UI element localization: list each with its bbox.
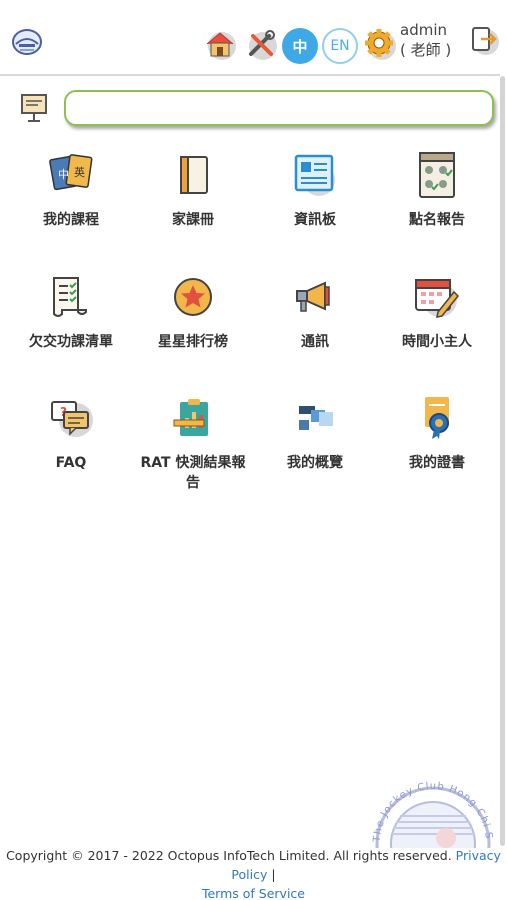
tile-label: 通訊	[301, 334, 329, 350]
tile-my-certificate[interactable]: 我的證書	[376, 393, 498, 473]
svg-text:中: 中	[58, 168, 69, 181]
user-role: ( 老師 )	[400, 41, 452, 59]
home-icon[interactable]	[202, 26, 238, 62]
footer: Copyright © 2017 - 2022 Octopus InfoTech…	[0, 846, 507, 900]
top-header: 中 EN admin ( 老師 )	[0, 0, 507, 76]
checklist-icon	[46, 272, 96, 322]
tile-rat-report[interactable]: RAT 快測結果報告	[132, 393, 254, 493]
calendar-icon	[412, 272, 462, 322]
lang-english-button[interactable]: EN	[322, 28, 358, 64]
tile-label: 我的證書	[409, 455, 465, 471]
tile-time-manager[interactable]: 時間小主人	[376, 272, 498, 352]
school-stamp-logo: The Jockey Club Hong Chi School	[366, 756, 496, 900]
tools-icon[interactable]	[243, 26, 279, 62]
tile-missing-homework[interactable]: 欠交功課清單	[10, 272, 132, 352]
svg-text:英: 英	[74, 165, 85, 179]
copyright-text: Copyright © 2017 - 2022 Octopus InfoTech…	[6, 848, 452, 863]
terms-of-service-link[interactable]: Terms of Service	[202, 886, 305, 900]
megaphone-icon	[290, 272, 340, 322]
school-logo-icon[interactable]	[10, 26, 44, 56]
header-divider	[0, 74, 500, 76]
certificate-icon	[412, 393, 462, 443]
faq-icon: ?	[46, 393, 96, 443]
tile-label: 我的概覽	[287, 455, 343, 471]
news-board-icon	[290, 150, 340, 200]
overview-icon	[290, 393, 340, 443]
tile-faq[interactable]: ? FAQ	[10, 393, 132, 473]
tile-label: 星星排行榜	[158, 334, 228, 350]
attendance-icon	[412, 150, 462, 200]
book-cards-icon: 中 英	[46, 150, 96, 200]
tile-label: 資訊板	[294, 212, 336, 228]
presentation-board-icon	[20, 92, 48, 124]
tile-label: RAT 快測結果報告	[140, 455, 246, 491]
vertical-scrollbar[interactable]	[500, 76, 505, 846]
tile-star-ranking[interactable]: 星星排行榜	[132, 272, 254, 352]
tile-news-board[interactable]: 資訊板	[254, 150, 376, 230]
lang-chinese-button[interactable]: 中	[282, 28, 318, 64]
tile-label: 家課冊	[172, 212, 214, 228]
tile-label: 點名報告	[409, 212, 465, 228]
footer-separator: |	[267, 867, 276, 882]
tile-label: 欠交功課清單	[29, 334, 113, 350]
tile-attendance-report[interactable]: 點名報告	[376, 150, 498, 230]
clipboard-chart-icon	[168, 393, 218, 443]
homework-book-icon	[168, 150, 218, 200]
search-input[interactable]	[64, 90, 494, 126]
tile-homework-book[interactable]: 家課冊	[132, 150, 254, 230]
tile-my-courses[interactable]: 中 英 我的課程	[10, 150, 132, 230]
tile-label: FAQ	[55, 455, 87, 471]
logout-icon[interactable]	[466, 22, 502, 58]
tile-my-overview[interactable]: 我的概覽	[254, 393, 376, 473]
star-icon	[168, 272, 218, 322]
user-info[interactable]: admin ( 老師 )	[400, 20, 451, 60]
gear-icon[interactable]	[362, 26, 398, 62]
tile-messages[interactable]: 通訊	[254, 272, 376, 352]
tile-label: 時間小主人	[402, 334, 472, 350]
tile-label: 我的課程	[43, 212, 99, 228]
user-name: admin	[400, 21, 447, 39]
